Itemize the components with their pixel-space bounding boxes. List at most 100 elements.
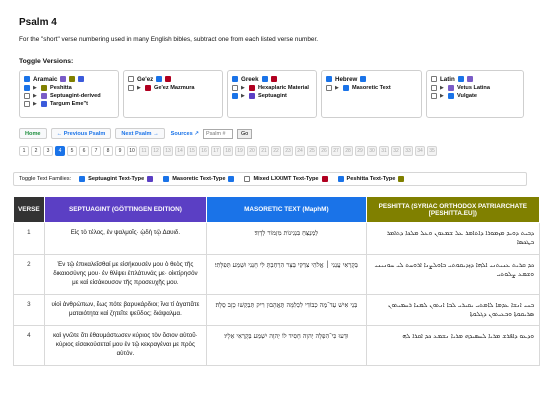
version-group-name: Hebrew	[335, 75, 358, 83]
version-item[interactable]: ▶ Masoretic Text	[326, 84, 417, 92]
expand-triangle-icon[interactable]: ▶	[241, 85, 246, 91]
home-button[interactable]: Home	[19, 128, 47, 139]
expand-triangle-icon[interactable]: ▶	[33, 85, 38, 91]
page-number-button[interactable]: 9	[115, 146, 125, 156]
page-number-button[interactable]: 29	[355, 146, 365, 156]
color-swatch	[41, 85, 47, 91]
page-number-button[interactable]: 13	[163, 146, 173, 156]
psalm-verse-table: VERSE SEPTUAGINT (GÖTTINGEN EDITION) MASOR…	[13, 196, 540, 367]
text-family-label: Peshitta Text-Type	[346, 176, 396, 182]
page-number-button[interactable]: 6	[79, 146, 89, 156]
page-number-button[interactable]: 28	[343, 146, 353, 156]
page-number-button[interactable]: 11	[139, 146, 149, 156]
peshitta-text: ܟܕ ܩܪܝܬ ܥܢܝܬܢܝ ܐܠܗܐ ܕܙܕܝܩܘܬܝ ܒܐܘܠܨܢܐ ܐܪܘ…	[365, 253, 540, 295]
septuagint-text: Ἐν τῷ ἐπικαλεῖσθαί με εἰσήκουσέν μου ὁ θ…	[43, 253, 208, 295]
verse-number: 4	[13, 325, 45, 367]
expand-triangle-icon[interactable]: ▶	[241, 93, 246, 99]
expand-triangle-icon[interactable]: ▶	[440, 93, 445, 99]
version-checkbox[interactable]	[326, 85, 332, 91]
text-family-checkbox[interactable]	[163, 176, 170, 182]
color-swatch	[249, 85, 255, 91]
version-checkbox[interactable]	[431, 85, 437, 91]
page-number-button[interactable]: 18	[223, 146, 233, 156]
version-group-header: Ge'ez	[128, 74, 218, 84]
version-checkbox[interactable]	[431, 93, 437, 99]
page-number-button[interactable]: 3	[43, 146, 53, 156]
table-row: 4 καὶ γνῶτε ὅτι ἐθαυμάστωσεν κύριος τὸν ὅ…	[13, 325, 540, 367]
page-number-button[interactable]: 2	[31, 146, 41, 156]
next-psalm-button[interactable]: Next Psalm →	[115, 128, 165, 139]
page-number-button[interactable]: 12	[151, 146, 161, 156]
page-number-button[interactable]: 7	[91, 146, 101, 156]
page-number-button[interactable]: 35	[427, 146, 437, 156]
text-family-toggle[interactable]: Septuagint Text-Type	[79, 176, 154, 182]
page-number-button[interactable]: 8	[103, 146, 113, 156]
text-family-checkbox[interactable]	[244, 176, 251, 182]
psalm-number-input[interactable]	[203, 128, 233, 139]
page-number-button[interactable]: 24	[295, 146, 305, 156]
expand-triangle-icon[interactable]: ▶	[137, 85, 142, 91]
page-number-button[interactable]: 1	[19, 146, 29, 156]
page-number-button[interactable]: 33	[403, 146, 413, 156]
version-checkbox[interactable]	[128, 85, 134, 91]
previous-psalm-button[interactable]: ← Previous Psalm	[50, 128, 112, 139]
expand-triangle-icon[interactable]: ▶	[440, 85, 445, 91]
page-number-button[interactable]: 16	[199, 146, 209, 156]
sources-link[interactable]: Sources ↗	[171, 131, 199, 137]
version-checkbox[interactable]	[24, 85, 30, 91]
page-number-button[interactable]: 22	[271, 146, 281, 156]
page-number-button[interactable]: 5	[67, 146, 77, 156]
expand-triangle-icon[interactable]: ▶	[33, 101, 38, 107]
version-item[interactable]: ▶ Vulgate	[431, 92, 519, 100]
go-button[interactable]: Go	[237, 128, 253, 139]
page-number-button[interactable]: 34	[415, 146, 425, 156]
page-number-button[interactable]: 17	[211, 146, 221, 156]
color-swatch	[228, 176, 235, 182]
page-number-button[interactable]: 27	[331, 146, 341, 156]
page-number-button[interactable]: 19	[235, 146, 245, 156]
version-item[interactable]: ▶ Ge'ez Mazmura	[128, 84, 218, 92]
text-family-checkbox[interactable]	[79, 176, 86, 182]
version-item[interactable]: ▶ Septuagint	[232, 92, 312, 100]
version-group-header: Greek	[232, 74, 312, 84]
text-family-toggle[interactable]: Masoretic Text-Type	[163, 176, 235, 182]
expand-triangle-icon[interactable]: ▶	[335, 85, 340, 91]
page-number-button[interactable]: 15	[187, 146, 197, 156]
version-item-label: Targum Eme"t	[50, 101, 88, 107]
expand-triangle-icon[interactable]: ▶	[33, 93, 38, 99]
version-group-checkbox[interactable]	[326, 76, 332, 82]
page-number-button[interactable]: 32	[391, 146, 401, 156]
text-family-checkbox[interactable]	[337, 176, 344, 182]
version-group-checkbox[interactable]	[24, 76, 30, 82]
page-number-button[interactable]: 25	[307, 146, 317, 156]
version-item[interactable]: ▶ Peshitta	[24, 84, 114, 92]
color-swatch	[41, 101, 47, 107]
color-swatch	[270, 76, 277, 82]
version-group-checkbox[interactable]	[128, 76, 134, 82]
page-number-button[interactable]: 20	[247, 146, 257, 156]
page-number-button[interactable]: 10	[127, 146, 137, 156]
version-group-checkbox[interactable]	[232, 76, 238, 82]
text-family-toggle[interactable]: Mixed LXX/MT Text-Type	[244, 176, 328, 182]
version-item[interactable]: ▶ Vetus Latina	[431, 84, 519, 92]
page-number-button[interactable]: 31	[379, 146, 389, 156]
page-number-button[interactable]: 14	[175, 146, 185, 156]
page-number-button[interactable]: 26	[319, 146, 329, 156]
version-item[interactable]: ▶ Hexaplaric Material	[232, 84, 312, 92]
version-checkbox[interactable]	[24, 93, 30, 99]
page-number-button[interactable]: 4	[55, 146, 65, 156]
version-group-checkbox[interactable]	[431, 76, 437, 82]
version-checkbox[interactable]	[232, 85, 238, 91]
version-checkbox[interactable]	[24, 101, 30, 107]
version-groups: Aramaic ▶ Peshitta ▶ Septuagint-derived ▶ Targ…	[19, 70, 524, 118]
page-number-button[interactable]: 23	[283, 146, 293, 156]
text-family-toggle[interactable]: Peshitta Text-Type	[337, 176, 405, 182]
version-group-name: Aramaic	[33, 75, 58, 83]
version-checkbox[interactable]	[232, 93, 238, 99]
version-group-name: Latin	[440, 75, 455, 83]
page-number-button[interactable]: 30	[367, 146, 377, 156]
page-number-button[interactable]: 21	[259, 146, 269, 156]
color-swatch	[60, 76, 67, 82]
version-item[interactable]: ▶ Targum Eme"t	[24, 100, 114, 108]
version-item[interactable]: ▶ Septuagint-derived	[24, 92, 114, 100]
